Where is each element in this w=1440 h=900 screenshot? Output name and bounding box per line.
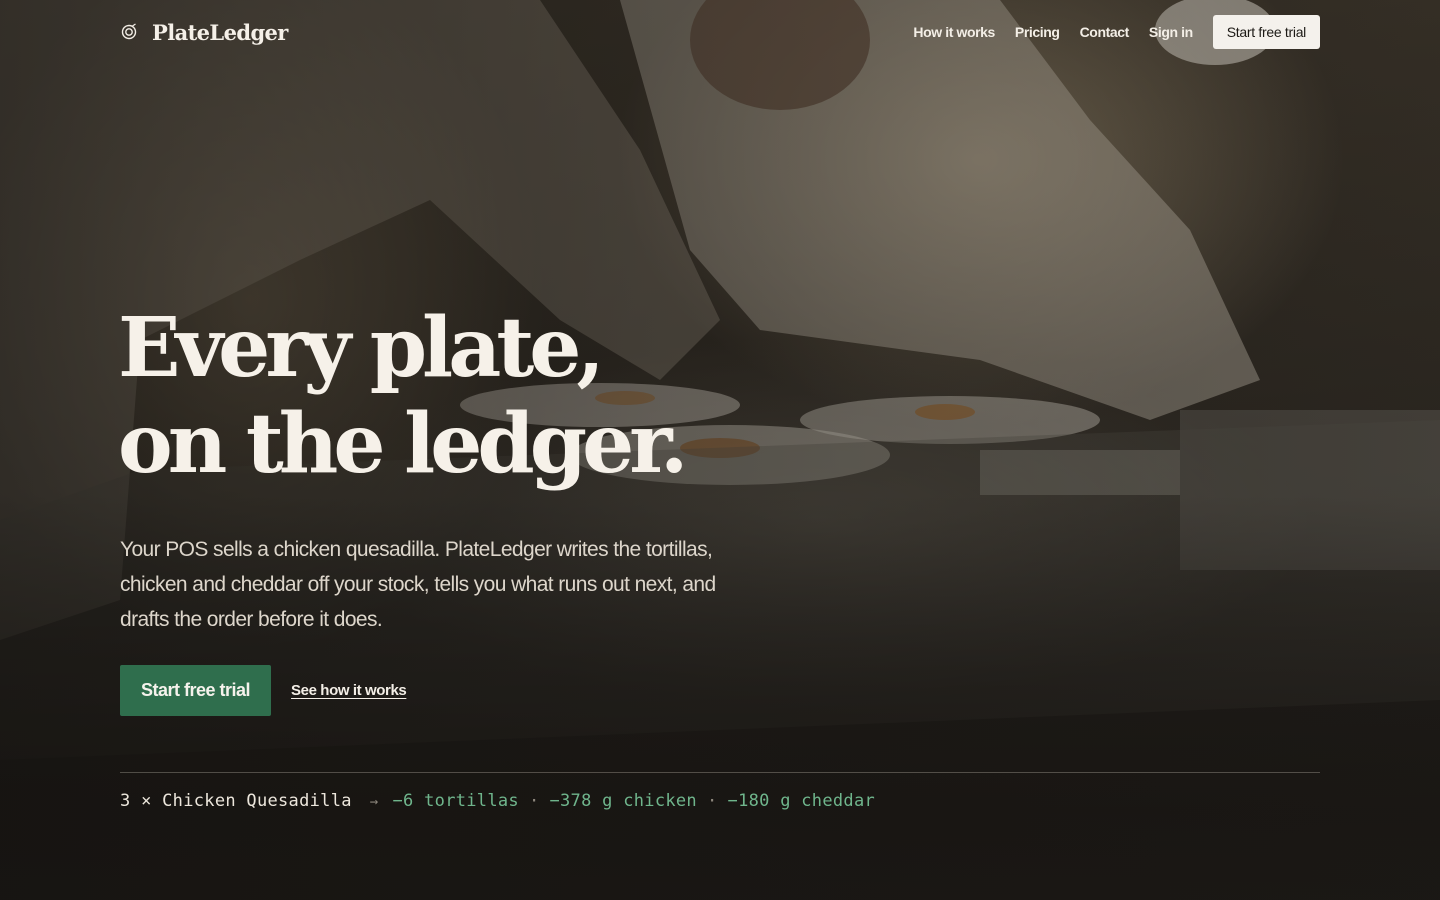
headline-line-1: Every plate, — [118, 300, 605, 396]
ticker-order: 3 × Chicken Quesadilla — [120, 791, 352, 811]
arrow-right-icon: → — [369, 794, 379, 810]
brand-name: PlateLedger — [152, 19, 288, 45]
ticker-separator: · — [528, 791, 540, 811]
nav-links: How it works Pricing Contact Sign in Sta… — [913, 15, 1320, 49]
start-free-trial-button[interactable]: Start free trial — [120, 665, 272, 716]
hero-description: Your POS sells a chicken quesadilla. Pla… — [120, 538, 716, 631]
ticker-item-chicken: −378 g chicken — [549, 791, 697, 811]
top-navigation: PlateLedger How it works Pricing Contact… — [120, 15, 1320, 49]
nav-link-sign-in[interactable]: Sign in — [1149, 24, 1193, 40]
nav-link-pricing[interactable]: Pricing — [1015, 24, 1060, 40]
target-icon — [121, 23, 137, 40]
hero-actions: Start free trial See how it works — [120, 665, 407, 716]
nav-link-how-it-works[interactable]: How it works — [913, 24, 995, 40]
ticker-separator: · — [706, 791, 718, 811]
see-how-it-works-link[interactable]: See how it works — [291, 682, 407, 699]
brand-logo[interactable]: PlateLedger — [120, 20, 288, 45]
stock-deduction-ticker: 3 × Chicken Quesadilla → −6 tortillas · −378… — [120, 791, 875, 811]
ticker-item-tortillas: −6 tortillas — [392, 791, 519, 811]
headline-line-2: on the ledger. — [118, 396, 688, 492]
nav-start-trial-button[interactable]: Start free trial — [1212, 15, 1320, 49]
nav-link-contact[interactable]: Contact — [1080, 24, 1130, 40]
divider — [120, 772, 1320, 773]
hero-headline: Every plate, on the ledger. — [118, 300, 688, 492]
ticker-item-cheddar: −180 g cheddar — [727, 791, 876, 811]
